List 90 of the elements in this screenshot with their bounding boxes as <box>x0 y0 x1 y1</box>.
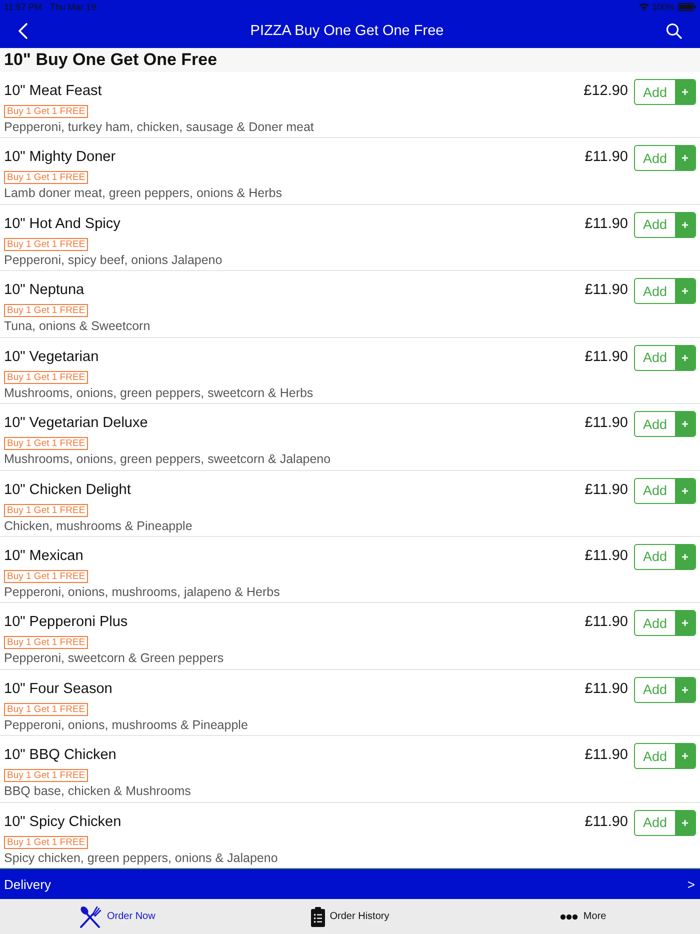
item-price: £12.90 <box>584 82 628 101</box>
wifi-icon <box>638 2 649 10</box>
offer-badge: Buy 1 Get 1 FREE <box>4 636 88 650</box>
item-price: £11.90 <box>584 480 628 500</box>
item-description: Pepperoni, spicy beef, onions Jalapeno <box>4 252 222 269</box>
plus-sign: + <box>675 346 695 370</box>
plus-sign: + <box>675 212 695 237</box>
battery-percent: 100% <box>652 2 675 12</box>
item-name: 10" Chicken Delight <box>4 480 131 500</box>
offer-badge: Buy 1 Get 1 FREE <box>4 769 88 782</box>
item-name: 10" Four Season <box>4 680 112 699</box>
item-description: Lamb doner meat, green peppers, onions & Herbs <box>4 185 282 202</box>
item-description: Spicy chicken, green peppers, onions & Jalapeno <box>4 850 278 867</box>
item-price: £11.90 <box>584 613 628 632</box>
plus-sign: + <box>675 744 695 768</box>
offer-badge: Buy 1 Get 1 FREE <box>4 171 88 184</box>
chevron-text: > <box>687 876 695 892</box>
menu-item[interactable]: 10" Four Season Buy 1 Get 1 FREE Pepperoni, onions, mushrooms & Pineapple £11.90 Add + <box>0 670 700 736</box>
item-name: 10" Meat Feast <box>4 82 102 101</box>
menu-item[interactable]: 10" Vegetarian Buy 1 Get 1 FREE Mushrooms, onions, green peppers, sweetcorn & Herbs £11.90 Add + <box>0 338 700 404</box>
tab-item[interactable]: Order Now <box>0 899 234 934</box>
item-name: 10" Mighty Doner <box>4 148 116 168</box>
plus-sign: + <box>675 279 695 304</box>
menu-item[interactable]: 10" Meat Feast Buy 1 Get 1 FREE Pepperoni, turkey ham, chicken, sausage & Doner meat £12.90 Add + <box>0 72 700 138</box>
page-title: PIZZA Buy One Get One Free <box>250 22 444 38</box>
item-description: Mushrooms, onions, green peppers, sweetcorn & Jalapeno <box>4 451 331 468</box>
plus-sign: + <box>675 678 695 702</box>
menu-item[interactable]: 10" Spicy Chicken Buy 1 Get 1 FREE Spicy chicken, green peppers, onions & Jalapeno £11.90 Add + <box>0 802 700 868</box>
item-price: £11.90 <box>584 281 628 300</box>
item-price: £11.90 <box>584 812 628 832</box>
item-description: Pepperoni, turkey ham, chicken, sausage & Doner meat <box>4 119 314 136</box>
item-description: BBQ base, chicken & Mushrooms <box>4 783 191 800</box>
item-price: £11.90 <box>584 546 628 566</box>
item-name: 10" Vegetarian Deluxe <box>4 414 148 434</box>
back-chevron-icon <box>18 22 28 38</box>
plus-sign: + <box>675 146 695 170</box>
status-date: Thu Mar 19 <box>50 2 96 12</box>
menu-item[interactable]: 10" Neptuna Buy 1 Get 1 FREE Tuna, onions & Sweetcorn £11.90 Add + <box>0 271 700 338</box>
offer-badge: Buy 1 Get 1 FREE <box>4 504 88 517</box>
item-price: £11.90 <box>584 414 628 434</box>
menu-item[interactable]: 10" Vegetarian Deluxe Buy 1 Get 1 FREE Mushrooms, onions, green peppers, sweetcorn & Jalapeno £11.90 Add + <box>0 404 700 471</box>
item-description: Chicken, mushrooms & Pineapple <box>4 518 192 535</box>
status-time: 11:57 PM <box>4 2 42 12</box>
offer-badge: Buy 1 Get 1 FREE <box>4 437 88 450</box>
item-price: £11.90 <box>584 348 628 367</box>
plus-sign: + <box>675 810 695 835</box>
more-dots-icon <box>560 914 578 920</box>
menu-item[interactable]: 10" Hot And Spicy Buy 1 Get 1 FREE Pepperoni, spicy beef, onions Jalapeno £11.90 Add + <box>0 204 700 272</box>
offer-badge: Buy 1 Get 1 FREE <box>4 105 88 118</box>
tab-item[interactable]: More <box>466 899 700 934</box>
offer-badge: Buy 1 Get 1 FREE <box>4 570 88 583</box>
item-name: 10" Spicy Chicken <box>4 812 122 832</box>
item-name: 10" BBQ Chicken <box>4 746 116 766</box>
item-description: Pepperoni, onions, mushrooms, jalapeno & Herbs <box>4 584 280 601</box>
delivery-label: Delivery <box>4 876 51 892</box>
offer-badge: Buy 1 Get 1 FREE <box>4 304 88 318</box>
offer-badge: Buy 1 Get 1 FREE <box>4 702 88 716</box>
plus-sign: + <box>675 544 695 569</box>
clipboard-icon <box>310 906 325 926</box>
section-title: 10" Buy One Get One Free <box>4 50 218 70</box>
battery-icon <box>678 2 696 10</box>
item-name: 10" Vegetarian <box>4 348 99 367</box>
offer-badge: Buy 1 Get 1 FREE <box>4 238 88 251</box>
offer-badge: Buy 1 Get 1 FREE <box>4 836 88 849</box>
search-icon <box>666 22 682 38</box>
spoon-fork-icon <box>78 904 102 928</box>
item-price: £11.90 <box>584 680 628 699</box>
plus-sign: + <box>675 412 695 436</box>
item-price: £11.90 <box>584 214 628 234</box>
item-price: £11.90 <box>584 746 628 766</box>
item-description: Tuna, onions & Sweetcorn <box>4 318 150 336</box>
item-description: Pepperoni, onions, mushrooms & Pineapple <box>4 716 248 734</box>
item-name: 10" Pepperoni Plus <box>4 613 128 632</box>
menu-item[interactable]: 10" Mighty Doner Buy 1 Get 1 FREE Lamb doner meat, green peppers, onions & Herbs £11.90 Add + <box>0 138 700 205</box>
item-price: £11.90 <box>584 148 628 168</box>
item-name: 10" Neptuna <box>4 281 84 300</box>
delivery-bar[interactable]: Delivery > <box>0 868 700 899</box>
item-name: 10" Hot And Spicy <box>4 214 120 234</box>
plus-sign: + <box>675 80 695 104</box>
offer-badge: Buy 1 Get 1 FREE <box>4 370 88 384</box>
tab-item[interactable]: Order History <box>233 899 467 934</box>
menu-item[interactable]: 10" Pepperoni Plus Buy 1 Get 1 FREE Pepperoni, sweetcorn & Green peppers £11.90 Add + <box>0 603 700 670</box>
item-name: 10" Mexican <box>4 546 84 566</box>
menu-item[interactable]: 10" Mexican Buy 1 Get 1 FREE Pepperoni, onions, mushrooms, jalapeno & Herbs £11.90 Add + <box>0 536 700 604</box>
menu-item[interactable]: 10" BBQ Chicken Buy 1 Get 1 FREE BBQ base, chicken & Mushrooms £11.90 Add + <box>0 736 700 803</box>
menu-item[interactable]: 10" Chicken Delight Buy 1 Get 1 FREE Chicken, mushrooms & Pineapple £11.90 Add + <box>0 470 700 537</box>
item-description: Mushrooms, onions, green peppers, sweetcorn & Herbs <box>4 384 314 402</box>
plus-sign: + <box>675 611 695 636</box>
plus-sign: + <box>675 478 695 503</box>
item-description: Pepperoni, sweetcorn & Green peppers <box>4 650 224 668</box>
